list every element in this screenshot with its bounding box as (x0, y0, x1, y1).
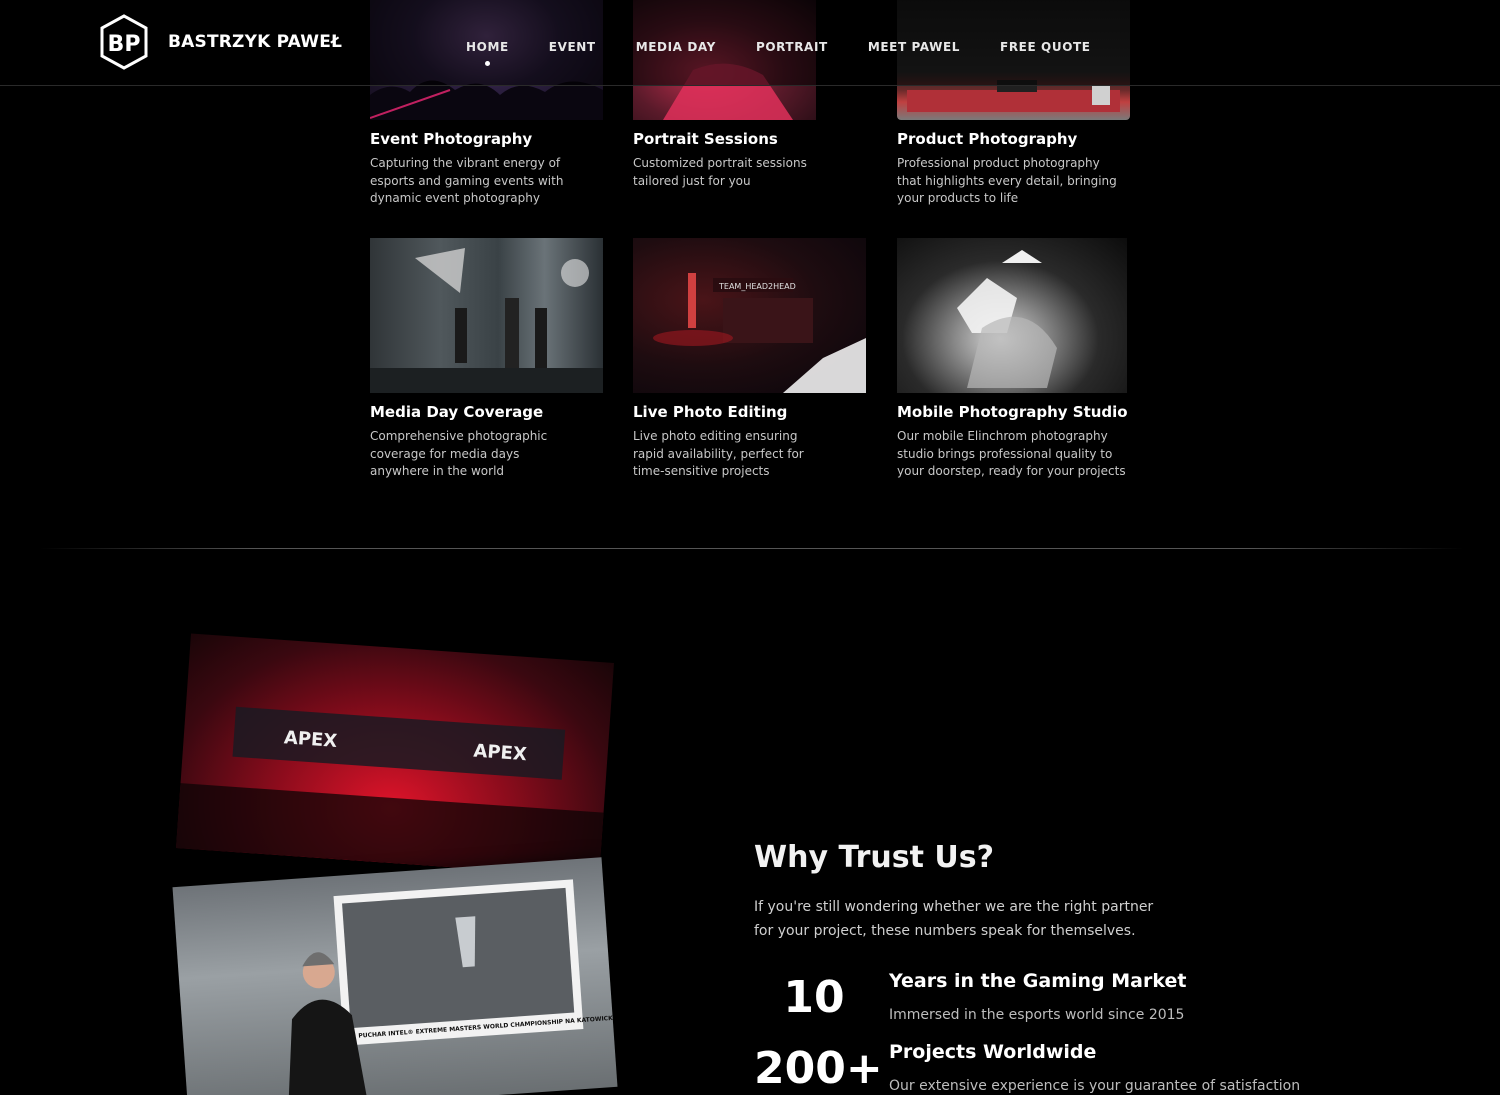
stat-years-desc: Immersed in the esports world since 2015 (889, 1007, 1185, 1023)
nav-event[interactable]: EVENT (549, 40, 596, 54)
service-desc-event: Capturing the vibrant energy of esports … (370, 156, 564, 205)
active-indicator-dot (484, 61, 490, 66)
esports-stage-icon: TEAM_HEAD2HEAD (653, 273, 866, 393)
arena-banner-text: APEX (283, 727, 338, 752)
live-photo-editing-image[interactable]: TEAM_HEAD2HEAD (633, 238, 866, 393)
studio-lights-icon (370, 248, 603, 393)
nav-media-day[interactable]: MEDIA DAY (636, 40, 716, 54)
service-desc-portrait: Customized portrait sessions tailored ju… (633, 156, 807, 188)
bp-logo-icon[interactable]: BP (99, 14, 149, 70)
stat-years-value: 10 (783, 972, 845, 1023)
stat-years-title: Years in the Gaming Market (889, 970, 1187, 992)
softbox-icon (957, 250, 1057, 388)
nav-home-label: HOME (466, 40, 509, 54)
brand-name[interactable]: BASTRZYK PAWEŁ (168, 32, 342, 52)
service-desc-media-day: Comprehensive photographic coverage for … (370, 429, 548, 478)
service-title-event: Event Photography (370, 130, 533, 148)
trust-heading: Why Trust Us? (754, 840, 995, 875)
service-desc-mobile-studio: Our mobile Elinchrom photography studio … (897, 429, 1126, 478)
service-desc-live-editing: Live photo editing ensuring rapid availa… (633, 429, 804, 478)
service-title-mobile-studio: Mobile Photography Studio (897, 403, 1128, 421)
mobile-studio-image[interactable] (897, 238, 1127, 393)
main-nav: HOME EVENT MEDIA DAY PORTRAIT MEET PAWEL… (466, 40, 1091, 66)
live-screen-label: TEAM_HEAD2HEAD (718, 282, 796, 291)
service-title-live-editing: Live Photo Editing (633, 403, 788, 421)
trophy-banner-icon: PUCHAR INTEL® EXTREME MASTERS WORLD CHAM… (288, 879, 617, 1095)
nav-meet-pawel[interactable]: MEET PAWEL (868, 40, 960, 54)
svg-text:BP: BP (108, 32, 141, 57)
arena-banner-text-2: APEX (473, 740, 528, 765)
nav-home[interactable]: HOME (466, 40, 509, 66)
stat-projects-desc: Our extensive experience is your guarant… (889, 1078, 1301, 1094)
service-desc-product: Professional product photography that hi… (897, 156, 1117, 205)
nav-free-quote[interactable]: FREE QUOTE (1000, 40, 1091, 54)
service-title-media-day: Media Day Coverage (370, 403, 544, 421)
service-title-portrait: Portrait Sessions (633, 130, 778, 148)
section-divider (40, 548, 1464, 549)
site-header: BP BASTRZYK PAWEŁ HOME EVENT MEDIA DAY P… (0, 0, 1500, 86)
service-title-product: Product Photography (897, 130, 1078, 148)
trust-intro-text: If you're still wondering whether we are… (754, 899, 1154, 939)
nav-portrait[interactable]: PORTRAIT (756, 40, 828, 54)
stat-projects-value: 200+ (754, 1043, 883, 1094)
trophy-photo: PUCHAR INTEL® EXTREME MASTERS WORLD CHAM… (172, 857, 618, 1095)
stat-projects-title: Projects Worldwide (889, 1041, 1097, 1063)
apex-arena-photo: APEX APEX (176, 633, 614, 878)
media-day-image[interactable] (370, 238, 603, 393)
arena-stage-icon: APEX APEX (176, 706, 604, 878)
